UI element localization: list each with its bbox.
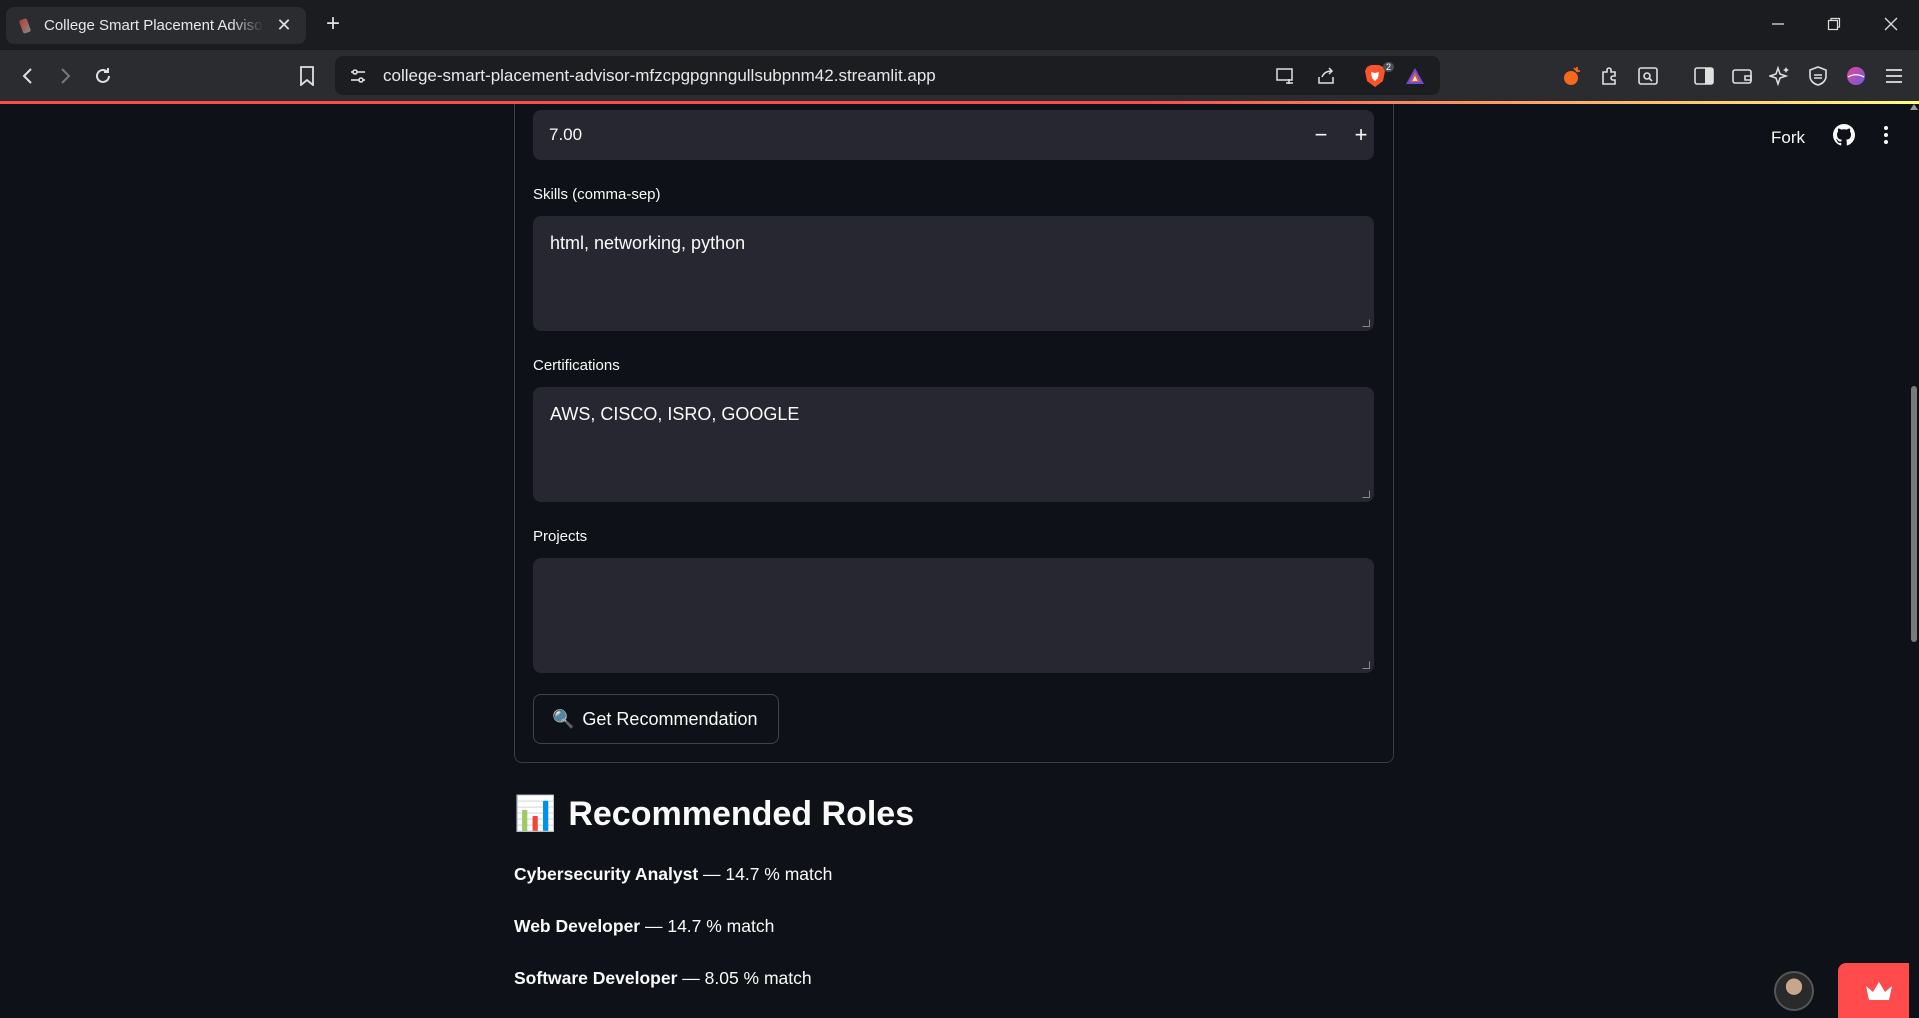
magnifying-glass-icon: 🔍: [552, 708, 575, 729]
site-settings-icon[interactable]: [347, 65, 369, 87]
shields-count-badge: 2: [1382, 62, 1394, 72]
tab-close-icon[interactable]: ✕: [274, 15, 294, 36]
wallet-icon[interactable]: [1730, 64, 1754, 88]
fork-button[interactable]: Fork: [1771, 128, 1805, 148]
extensions-puzzle-icon[interactable]: [1598, 64, 1622, 88]
role-name: Software Developer: [514, 968, 678, 988]
back-button[interactable]: [13, 61, 43, 91]
sidebar-toggle-icon[interactable]: [1692, 64, 1716, 88]
recommended-roles-heading: 📊 Recommended Roles: [514, 794, 914, 834]
extension-orange-icon[interactable]: [1560, 64, 1584, 88]
increment-button[interactable]: +: [1345, 120, 1377, 150]
role-name: Cybersecurity Analyst: [514, 864, 699, 884]
projects-label: Projects: [533, 528, 588, 545]
bookmark-icon[interactable]: [292, 61, 322, 91]
user-avatar[interactable]: [1774, 971, 1814, 1011]
resize-handle-icon[interactable]: [1362, 661, 1370, 669]
resize-handle-icon[interactable]: [1362, 490, 1370, 498]
address-bar[interactable]: college-smart-placement-advisor-mfzcpgpg…: [335, 56, 1440, 95]
cast-icon[interactable]: [1274, 65, 1296, 87]
streamlit-crown-badge[interactable]: [1838, 963, 1919, 1018]
get-recommendation-label: Get Recommendation: [582, 708, 758, 729]
certifications-textarea[interactable]: AWS, CISCO, ISRO, GOOGLE: [533, 387, 1374, 502]
certifications-value: AWS, CISCO, ISRO, GOOGLE: [550, 404, 800, 424]
restore-window-button[interactable]: [1812, 8, 1856, 40]
number-input-value: 7.00: [549, 125, 583, 144]
recommended-roles-title: Recommended Roles: [568, 794, 915, 833]
role-match: — 14.7 % match: [698, 864, 833, 884]
browser-tab-active[interactable]: College Smart Placement Advisor ✕: [6, 7, 306, 44]
browser-tab-bar: College Smart Placement Advisor ✕ +: [0, 0, 1919, 50]
menu-hamburger-icon[interactable]: [1882, 64, 1906, 88]
url-text: college-smart-placement-advisor-mfzcpgpg…: [383, 66, 936, 85]
certifications-label: Certifications: [533, 357, 620, 374]
scroll-up-arrow-icon[interactable]: [1910, 104, 1918, 110]
profile-icon[interactable]: [1844, 64, 1868, 88]
role-match: — 8.05 % match: [677, 968, 812, 988]
browser-toolbar: college-smart-placement-advisor-mfzcpgpg…: [0, 50, 1919, 101]
role-item: Software Developer — 8.05 % match: [514, 968, 812, 989]
crown-icon: [1865, 981, 1892, 1000]
bar-chart-icon: 📊: [514, 795, 557, 833]
forward-button[interactable]: [50, 61, 80, 91]
reader-search-icon[interactable]: [1636, 64, 1660, 88]
vpn-shield-icon[interactable]: [1806, 64, 1830, 88]
skills-value: html, networking, python: [550, 233, 746, 253]
new-tab-button[interactable]: +: [320, 11, 346, 39]
projects-textarea[interactable]: [533, 558, 1374, 673]
streamlit-app-page: Fork 7.00 − + Skills (comma-sep) html, n…: [0, 104, 1919, 1018]
tab-title: College Smart Placement Advisor: [44, 17, 264, 34]
brave-rewards-icon[interactable]: [1404, 65, 1426, 87]
scrollbar-thumb[interactable]: [1911, 386, 1917, 642]
role-match: — 14.7 % match: [640, 916, 775, 936]
app-header-actions: Fork: [1771, 124, 1889, 151]
main-menu-kebab-icon[interactable]: [1883, 125, 1889, 150]
skills-label: Skills (comma-sep): [533, 186, 661, 203]
decrement-button[interactable]: −: [1305, 120, 1337, 150]
streamlit-favicon-icon: [18, 18, 34, 34]
resize-handle-icon[interactable]: [1362, 319, 1370, 327]
get-recommendation-button[interactable]: 🔍 Get Recommendation: [533, 694, 779, 744]
role-item: Web Developer — 14.7 % match: [514, 916, 774, 937]
minimize-window-button[interactable]: [1756, 8, 1800, 40]
role-name: Web Developer: [514, 916, 641, 936]
share-icon[interactable]: [1315, 65, 1337, 87]
reload-button[interactable]: [88, 61, 118, 91]
close-window-button[interactable]: [1869, 8, 1913, 40]
skills-textarea[interactable]: html, networking, python: [533, 216, 1374, 331]
role-item: Cybersecurity Analyst — 14.7 % match: [514, 864, 832, 885]
github-icon[interactable]: [1833, 124, 1855, 151]
cgpa-number-input[interactable]: 7.00 − +: [533, 110, 1374, 160]
leo-ai-icon[interactable]: [1768, 64, 1792, 88]
brave-shields-icon[interactable]: 2: [1362, 62, 1394, 87]
